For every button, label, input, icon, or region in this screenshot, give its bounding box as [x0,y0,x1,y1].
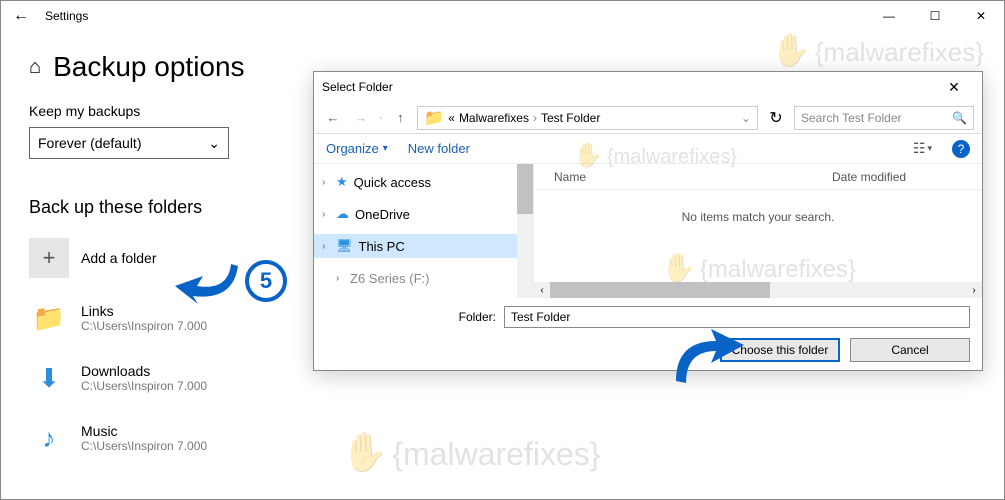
chevron-down-icon: ▾ [383,143,388,154]
nav-back-button[interactable]: ← [322,110,344,125]
minimize-button[interactable]: — [866,1,912,31]
tree-scrollbar[interactable] [517,164,533,298]
new-folder-button[interactable]: New folder [408,141,470,156]
horizontal-scrollbar[interactable]: ‹› [534,282,982,298]
add-folder-label: Add a folder [81,250,157,266]
download-icon: ⬇ [29,358,69,398]
folder-icon: 📁 [424,108,444,128]
column-name[interactable]: Name [534,170,832,184]
keep-backups-dropdown[interactable]: Forever (default) ⌄ [29,127,229,159]
chevron-down-icon[interactable]: ⌄ [741,111,751,125]
page-title: Backup options [53,51,244,83]
refresh-button[interactable]: ↻ [764,108,788,128]
folder-tree[interactable]: ›★Quick access ›☁OneDrive ›🖥This PC ›Z6 … [314,164,534,298]
search-box[interactable]: Search Test Folder 🔍 [794,106,974,130]
callout-arrow-choose [666,321,746,396]
select-folder-dialog: Select Folder ✕ ← → · ↑ 📁 « Malwarefixes… [313,71,983,371]
window-titlebar: ← Settings — ☐ ✕ [1,1,1004,31]
crumb[interactable]: Test Folder [541,111,600,125]
folder-path: C:\Users\Inspiron 7.000 [81,439,207,453]
dialog-close-button[interactable]: ✕ [934,79,974,96]
search-icon: 🔍 [952,111,967,125]
empty-message: No items match your search. [534,190,982,282]
dropdown-value: Forever (default) [38,135,141,151]
nav-forward-button[interactable]: → [350,110,372,125]
back-button[interactable]: ← [13,7,37,25]
nav-up-button[interactable]: ↑ [389,110,411,125]
help-button[interactable]: ? [952,140,970,158]
maximize-button[interactable]: ☐ [912,1,958,31]
search-placeholder: Search Test Folder [801,111,902,125]
folder-path: C:\Users\Inspiron 7.000 [81,379,207,393]
tree-item-thispc[interactable]: ›🖥This PC [314,234,533,258]
plus-icon: + [29,238,69,278]
cancel-button[interactable]: Cancel [850,338,970,362]
chevron-right-icon: › [533,111,537,125]
chevron-down-icon: ⌄ [208,135,220,152]
folder-path: C:\Users\Inspiron 7.000 [81,319,207,333]
folder-field-label: Folder: [326,310,496,324]
home-icon[interactable]: ⌂ [29,56,41,79]
crumb-prefix: « [448,111,455,125]
window-title: Settings [45,9,88,23]
view-options-button[interactable]: ☷ ▾ [913,140,932,157]
folder-icon: 📁 [29,298,69,338]
step-number: 5 [245,260,287,302]
close-button[interactable]: ✕ [958,1,1004,31]
callout-5: 5 [173,256,287,306]
column-date[interactable]: Date modified [832,170,982,184]
tree-item-onedrive[interactable]: ›☁OneDrive [314,202,533,226]
folder-item-music[interactable]: ♪ Music C:\Users\Inspiron 7.000 [29,418,1004,458]
address-bar[interactable]: 📁 « Malwarefixes › Test Folder ⌄ [417,106,758,130]
tree-item-quickaccess[interactable]: ›★Quick access [314,170,533,194]
crumb[interactable]: Malwarefixes [459,111,529,125]
music-icon: ♪ [29,418,69,458]
folder-name: Downloads [81,363,207,379]
folder-name: Music [81,423,207,439]
organize-button[interactable]: Organize ▾ [326,141,388,156]
dialog-title: Select Folder [322,80,393,94]
tree-item-disk[interactable]: ›Z6 Series (F:) [314,266,533,290]
